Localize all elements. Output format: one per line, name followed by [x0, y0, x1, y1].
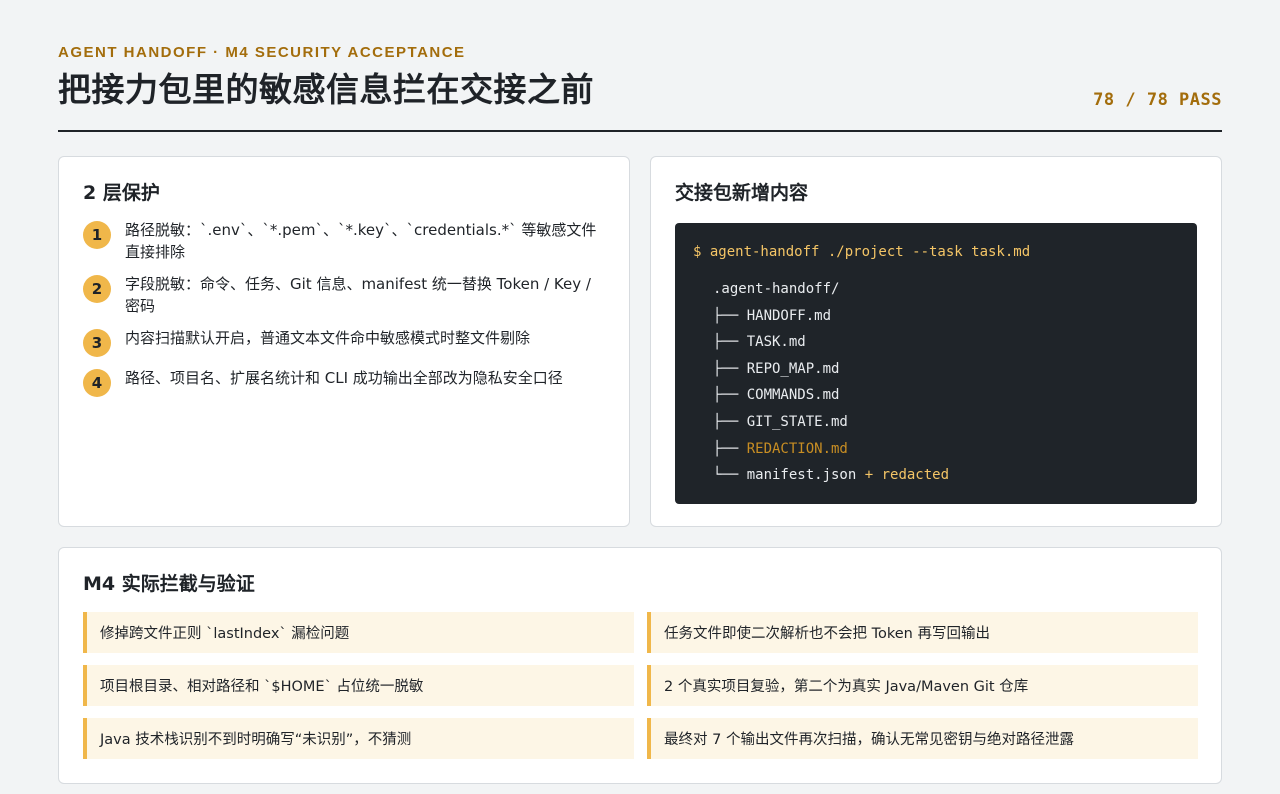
- verification-card: M4 实际拦截与验证 修掉跨文件正则 `lastIndex` 漏检问题 任务文件…: [58, 547, 1222, 784]
- tree-file: ├── REDACTION.md: [693, 436, 1179, 463]
- terminal-command: $ agent-handoff ./project --task task.md: [693, 244, 1031, 260]
- step-number-badge: 2: [83, 275, 111, 303]
- layer-item: 4 路径、项目名、扩展名统计和 CLI 成功输出全部改为隐私安全口径: [83, 367, 605, 397]
- layer-item: 3 内容扫描默认开启，普通文本文件命中敏感模式时整文件剔除: [83, 327, 605, 357]
- pass-score: 78 / 78 PASS: [1093, 90, 1222, 110]
- tree-file: └── manifest.json + redacted: [693, 462, 1179, 489]
- verification-item: 项目根目录、相对路径和 `$HOME` 占位统一脱敏: [83, 665, 634, 706]
- handoff-package-card: 交接包新增内容 $ agent-handoff ./project --task…: [650, 156, 1222, 527]
- layer-text: 路径脱敏：`.env`、`*.pem`、`*.key`、`credentials…: [125, 221, 597, 261]
- tree-branch: ├──: [713, 440, 747, 457]
- verification-grid: 修掉跨文件正则 `lastIndex` 漏检问题 任务文件即使二次解析也不会把 …: [83, 612, 1198, 759]
- protection-layers-card: 2 层保护 1 路径脱敏：`.env`、`*.pem`、`*.key`、`cre…: [58, 156, 630, 527]
- page-title: 把接力包里的敏感信息拦在交接之前: [58, 70, 594, 109]
- card-title: 2 层保护: [83, 182, 160, 204]
- file-name-highlighted: REDACTION.md: [746, 440, 848, 457]
- file-name: TASK.md: [746, 334, 806, 351]
- file-name: REPO_MAP.md: [746, 360, 840, 377]
- file-name: COMMANDS.md: [746, 387, 840, 404]
- file-name: GIT_STATE.md: [746, 413, 848, 430]
- tree-file: ├── GIT_STATE.md: [693, 409, 1179, 436]
- tree-file: ├── TASK.md: [693, 329, 1179, 356]
- tree-branch: ├──: [713, 307, 747, 324]
- tree-branch: └──: [713, 467, 747, 484]
- step-number-badge: 3: [83, 329, 111, 357]
- layer-list: 1 路径脱敏：`.env`、`*.pem`、`*.key`、`credentia…: [83, 219, 605, 397]
- tree-file: ├── HANDOFF.md: [693, 303, 1179, 330]
- layer-text: 字段脱敏：命令、任务、Git 信息、manifest 统一替换 Token / …: [125, 275, 591, 315]
- layer-text: 内容扫描默认开启，普通文本文件命中敏感模式时整文件剔除: [125, 329, 531, 347]
- tree-file: ├── COMMANDS.md: [693, 382, 1179, 409]
- verification-item: 任务文件即使二次解析也不会把 Token 再写回输出: [647, 612, 1198, 653]
- card-title: 交接包新增内容: [675, 182, 809, 204]
- tree-branch: ├──: [713, 387, 747, 404]
- layer-item: 1 路径脱敏：`.env`、`*.pem`、`*.key`、`credentia…: [83, 219, 605, 263]
- verification-item: 最终对 7 个输出文件再次扫描，确认无常见密钥与绝对路径泄露: [647, 718, 1198, 759]
- page-header: AGENT HANDOFF · M4 SECURITY ACCEPTANCE 把…: [58, 44, 1222, 132]
- file-name: HANDOFF.md: [746, 307, 832, 324]
- redacted-tag: + redacted: [856, 467, 950, 484]
- file-name: manifest.json: [746, 467, 857, 484]
- step-number-badge: 4: [83, 369, 111, 397]
- tree-branch: ├──: [713, 360, 747, 377]
- tree-branch: ├──: [713, 334, 747, 351]
- layer-item: 2 字段脱敏：命令、任务、Git 信息、manifest 统一替换 Token …: [83, 273, 605, 317]
- tree-branch: ├──: [713, 413, 747, 430]
- verification-item: Java 技术栈识别不到时明确写“未识别”，不猜测: [83, 718, 634, 759]
- step-number-badge: 1: [83, 221, 111, 249]
- card-title: M4 实际拦截与验证: [83, 573, 255, 595]
- eyebrow-label: AGENT HANDOFF · M4 SECURITY ACCEPTANCE: [58, 44, 466, 61]
- tree-file: ├── REPO_MAP.md: [693, 356, 1179, 383]
- terminal-block: $ agent-handoff ./project --task task.md…: [675, 223, 1197, 504]
- verification-item: 2 个真实项目复验，第二个为真实 Java/Maven Git 仓库: [647, 665, 1198, 706]
- verification-item: 修掉跨文件正则 `lastIndex` 漏检问题: [83, 612, 634, 653]
- tree-root: .agent-handoff/: [713, 281, 840, 297]
- layer-text: 路径、项目名、扩展名统计和 CLI 成功输出全部改为隐私安全口径: [125, 369, 563, 387]
